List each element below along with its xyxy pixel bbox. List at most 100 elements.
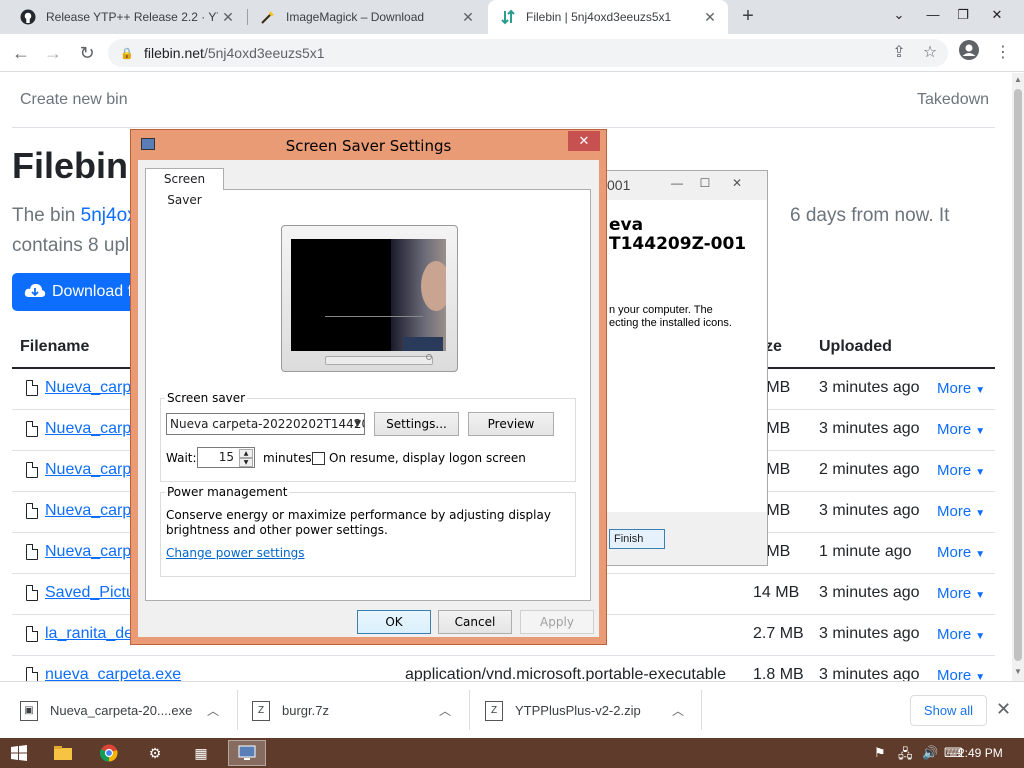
- more-dropdown[interactable]: More ▼: [937, 667, 985, 681]
- scroll-down-icon[interactable]: ▼: [1014, 667, 1022, 676]
- download-item-ytpplusplus[interactable]: Z YTPPlusPlus-v2-2.zip ︿: [485, 682, 695, 739]
- close-downloads-icon[interactable]: ✕: [996, 699, 1011, 720]
- address-bar[interactable]: 🔒 filebin.net/5nj4oxd3eeuzs5x1: [108, 39, 948, 67]
- more-label: More: [937, 626, 972, 643]
- installer-text: n your computer. The ecting the installe…: [609, 304, 732, 330]
- col-filename: Filename: [20, 338, 90, 355]
- preview-button[interactable]: Preview: [468, 412, 554, 436]
- file-name-link[interactable]: Nueva_carpe: [45, 543, 140, 561]
- file-icon: [26, 626, 38, 642]
- lead-suffix: 6 days from now. It: [790, 205, 950, 226]
- installer-heading-line2: T144209Z-001: [609, 234, 747, 254]
- wait-minutes-spinner[interactable]: 15 ▲ ▼: [197, 447, 255, 468]
- file-explorer-icon[interactable]: [44, 740, 82, 766]
- settings-button[interactable]: Settings...: [374, 412, 459, 436]
- file-name-link[interactable]: Nueva_carpe: [45, 461, 140, 479]
- chevron-up-icon[interactable]: ︿: [207, 702, 219, 719]
- app-gear-icon[interactable]: ⚙: [136, 740, 174, 766]
- restore-icon[interactable]: ❐: [946, 0, 980, 34]
- page-scrollbar[interactable]: ▲ ▼: [1012, 73, 1024, 681]
- change-power-settings-link[interactable]: Change power settings: [166, 546, 305, 560]
- more-dropdown[interactable]: More ▼: [937, 585, 985, 602]
- archive-file-icon: Z: [485, 700, 503, 721]
- chevron-up-icon[interactable]: ︿: [439, 702, 451, 719]
- tab-imagemagick[interactable]: ImageMagick – Download ✕: [248, 0, 486, 34]
- download-item-exe[interactable]: ▣ Nueva_carpeta-20....exe ︿: [20, 682, 230, 739]
- archive-file-icon: Z: [252, 700, 270, 721]
- ok-button[interactable]: OK: [357, 610, 431, 634]
- more-dropdown[interactable]: More ▼: [937, 503, 985, 520]
- downloads-bar: ▣ Nueva_carpeta-20....exe ︿ Z burgr.7z ︿…: [0, 681, 1024, 738]
- screen-saver-group-label: Screen saver: [165, 391, 248, 405]
- file-icon: [26, 503, 38, 519]
- resume-logon-label[interactable]: On resume, display logon screen: [329, 451, 526, 465]
- reload-icon[interactable]: ↻: [74, 40, 100, 66]
- separator: [701, 690, 702, 730]
- file-name-link[interactable]: Nueva_carpe: [45, 379, 140, 397]
- dialog-close-icon[interactable]: ✕: [568, 131, 600, 151]
- display-settings-taskbar-icon[interactable]: [228, 740, 266, 766]
- apply-button[interactable]: Apply: [520, 610, 594, 634]
- installer-text-line1: n your computer. The: [609, 304, 713, 316]
- window-close-icon[interactable]: ✕: [980, 0, 1014, 34]
- file-name-link[interactable]: Nueva_carpe: [45, 420, 140, 438]
- dialog-body: Screen Saver Screen saver Nueva carpeta-…: [138, 160, 599, 637]
- installer-maximize-icon[interactable]: ☐: [691, 173, 719, 193]
- spin-down-icon[interactable]: ▼: [239, 458, 253, 467]
- file-name-link[interactable]: Saved_Pictur: [45, 584, 140, 602]
- profile-avatar-icon[interactable]: [956, 40, 982, 66]
- action-center-flag-icon[interactable]: ⚑: [874, 745, 886, 761]
- network-icon[interactable]: 🖧: [898, 745, 913, 767]
- taskbar-clock[interactable]: 2:49 PM: [958, 746, 1003, 760]
- cancel-button[interactable]: Cancel: [438, 610, 512, 634]
- resume-logon-checkbox[interactable]: [312, 452, 325, 465]
- screen-saver-select[interactable]: Nueva carpeta-20220202T1442092 ▼: [166, 413, 365, 435]
- forward-icon[interactable]: →: [40, 40, 66, 66]
- chevron-up-icon[interactable]: ︿: [672, 702, 684, 719]
- create-new-bin-link[interactable]: Create new bin: [20, 91, 128, 109]
- scroll-up-icon[interactable]: ▲: [1014, 75, 1022, 84]
- more-dropdown[interactable]: More ▼: [937, 626, 985, 643]
- more-dropdown[interactable]: More ▼: [937, 421, 985, 438]
- windows-start-icon[interactable]: [0, 740, 38, 766]
- more-dropdown[interactable]: More ▼: [937, 462, 985, 479]
- finish-button[interactable]: Finish: [609, 529, 665, 549]
- tab-close-icon[interactable]: ✕: [218, 9, 238, 26]
- more-dropdown[interactable]: More ▼: [937, 380, 985, 397]
- file-name-link[interactable]: la_ranita_de: [45, 625, 133, 643]
- download-item-burgr[interactable]: Z burgr.7z ︿: [252, 682, 462, 739]
- preview-text-line: [325, 316, 423, 317]
- tab-close-icon[interactable]: ✕: [700, 9, 720, 26]
- spin-up-icon[interactable]: ▲: [239, 449, 253, 458]
- tab-screen-saver[interactable]: Screen Saver: [145, 168, 224, 207]
- tab-filebin[interactable]: Filebin | 5nj4oxd3eeuzs5x1 ✕: [488, 0, 728, 34]
- back-icon[interactable]: ←: [8, 40, 34, 66]
- takedown-link[interactable]: Takedown: [917, 91, 989, 109]
- download-name: YTPPlusPlus-v2-2.zip: [515, 703, 641, 718]
- file-name-link[interactable]: Nueva_carpe: [45, 502, 140, 520]
- more-label: More: [937, 380, 972, 397]
- tab-ytp-release[interactable]: Release YTP++ Release 2.2 · YTP- ✕: [8, 0, 246, 34]
- screen-saver-select-value: Nueva carpeta-20220202T1442092: [170, 417, 365, 431]
- file-icon: [26, 421, 38, 437]
- new-tab-button[interactable]: +: [736, 4, 760, 28]
- chrome-menu-icon[interactable]: ⋮: [990, 40, 1016, 66]
- share-icon[interactable]: ⇪: [886, 40, 912, 66]
- tab-close-icon[interactable]: ✕: [458, 9, 478, 26]
- installer-app-icon[interactable]: ▦: [182, 740, 220, 766]
- bin-id-link[interactable]: 5nj4ox: [81, 205, 137, 226]
- installer-close-icon[interactable]: ✕: [723, 173, 751, 193]
- tab-search-icon[interactable]: ⌄: [882, 0, 916, 34]
- file-uploaded: 3 minutes ago: [819, 584, 920, 601]
- installer-minimize-icon[interactable]: —: [663, 173, 691, 193]
- chrome-icon[interactable]: [90, 740, 128, 766]
- caret-down-icon: ▼: [975, 590, 986, 601]
- bookmark-star-icon[interactable]: ☆: [917, 40, 943, 66]
- more-dropdown[interactable]: More ▼: [937, 544, 985, 561]
- scrollbar-thumb[interactable]: [1014, 89, 1022, 661]
- file-name-link[interactable]: nueva_carpeta.exe: [45, 666, 181, 681]
- minimize-icon[interactable]: —: [916, 0, 950, 34]
- caret-down-icon: ▼: [975, 467, 986, 478]
- volume-icon[interactable]: 🔊: [922, 745, 938, 761]
- show-all-button[interactable]: Show all: [910, 695, 987, 726]
